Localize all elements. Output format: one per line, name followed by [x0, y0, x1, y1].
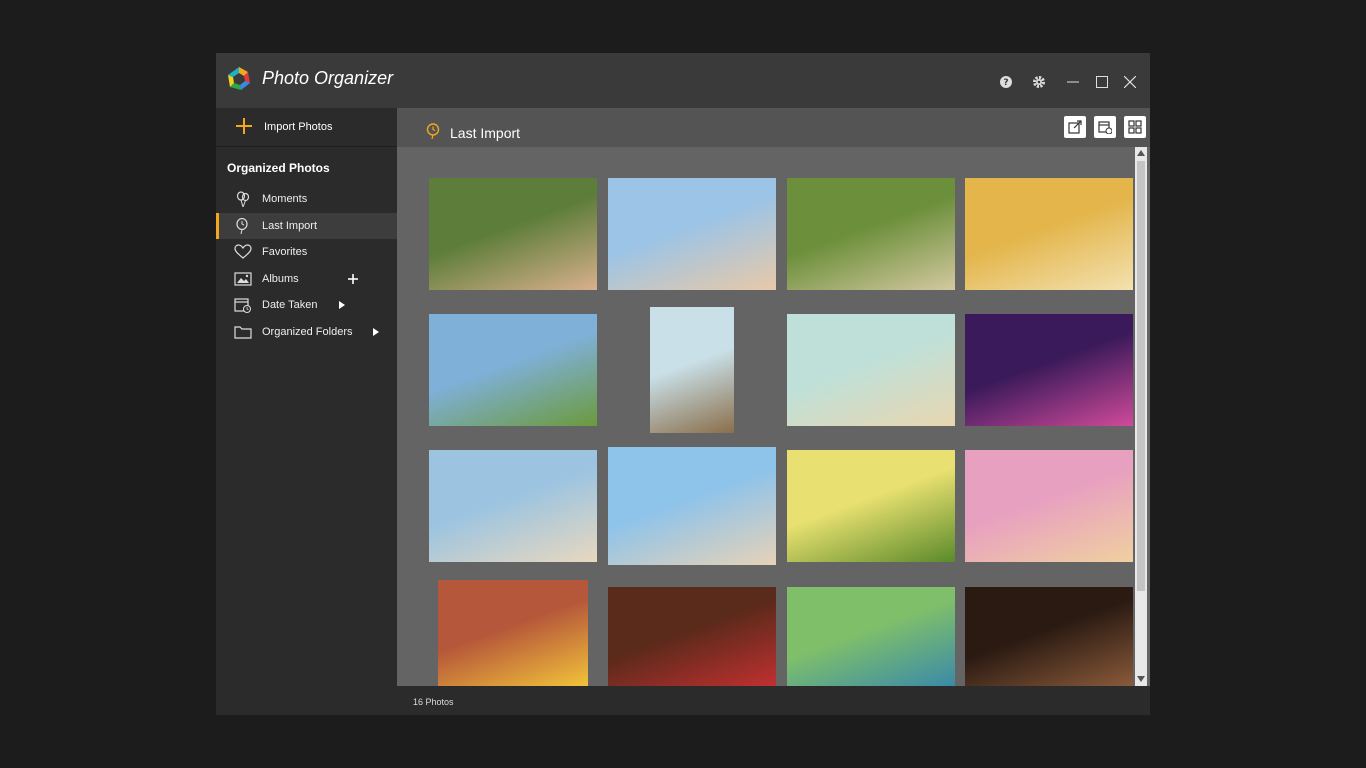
photo-thumbnail[interactable]	[787, 587, 955, 686]
sidebar-item-label: Moments	[262, 193, 308, 205]
photo-thumbnail[interactable]	[965, 450, 1133, 562]
active-indicator	[216, 213, 219, 239]
calendar-clock-icon	[1098, 121, 1112, 134]
sidebar-item-label: Favorites	[262, 246, 308, 258]
sidebar-item-label: Last Import	[262, 220, 318, 232]
sidebar-item-label: Date Taken	[262, 299, 318, 311]
balloon-clock-icon	[426, 123, 440, 139]
minimize-icon	[1067, 81, 1079, 83]
import-photos-label: Import Photos	[264, 121, 333, 133]
close-icon	[1124, 76, 1136, 88]
vertical-scrollbar[interactable]	[1135, 147, 1147, 686]
photo-thumbnail[interactable]	[787, 450, 955, 562]
sidebar-item-label: Organized Folders	[262, 326, 353, 338]
maximize-icon	[1096, 76, 1108, 88]
title-bar: Photo Organizer ?	[216, 53, 1150, 108]
app-window: Photo Organizer ? Import Photos Organize…	[216, 53, 1150, 715]
sidebar-item-date-taken[interactable]: Date Taken	[216, 292, 397, 318]
svg-text:?: ?	[1003, 78, 1008, 88]
help-button[interactable]: ?	[995, 71, 1017, 93]
sidebar: Import Photos Organized Photos Moments L…	[216, 108, 397, 715]
add-album-icon[interactable]	[346, 272, 360, 286]
photo-count: 16 Photos	[413, 697, 454, 707]
heart-icon	[234, 244, 252, 259]
photo-thumbnail[interactable]	[787, 314, 955, 426]
photo-thumbnail[interactable]	[608, 587, 776, 686]
folder-icon	[234, 326, 252, 339]
balloons-icon	[236, 191, 250, 207]
album-icon	[234, 272, 252, 286]
section-title: Organized Photos	[227, 161, 330, 175]
photo-thumbnail[interactable]	[429, 450, 597, 562]
app-title: Photo Organizer	[262, 68, 394, 88]
import-photos-button[interactable]: Import Photos	[216, 108, 397, 147]
settings-button[interactable]	[1028, 71, 1050, 93]
sidebar-item-label: Albums	[262, 273, 299, 285]
minimize-button[interactable]	[1062, 71, 1084, 93]
balloon-clock-icon	[236, 218, 248, 234]
export-icon	[1068, 120, 1082, 134]
photo-thumbnail[interactable]	[787, 178, 955, 290]
page-title: Last Import	[450, 125, 521, 141]
photo-thumbnail[interactable]	[965, 587, 1133, 686]
gear-icon	[1033, 76, 1045, 88]
sidebar-item-organized-folders[interactable]: Organized Folders	[216, 319, 397, 345]
app-logo-icon	[228, 67, 250, 90]
scroll-up-icon[interactable]	[1137, 150, 1145, 156]
plus-icon	[236, 118, 252, 134]
photo-thumbnail[interactable]	[608, 178, 776, 290]
main-header: Last Import	[397, 108, 1150, 147]
scroll-down-icon[interactable]	[1137, 676, 1145, 682]
photo-thumbnail[interactable]	[438, 580, 588, 686]
export-button[interactable]	[1064, 116, 1086, 138]
close-button[interactable]	[1119, 71, 1141, 93]
sidebar-item-last-import[interactable]: Last Import	[216, 213, 397, 239]
maximize-button[interactable]	[1091, 71, 1113, 93]
photo-grid	[397, 147, 1134, 686]
expand-arrow-icon[interactable]	[369, 325, 383, 339]
photo-thumbnail[interactable]	[429, 178, 597, 290]
sidebar-item-albums[interactable]: Albums	[216, 266, 397, 292]
photo-thumbnail[interactable]	[429, 314, 597, 426]
scroll-thumb[interactable]	[1137, 161, 1145, 591]
main-panel: Last Import 16 Photos	[397, 108, 1150, 715]
sidebar-item-moments[interactable]: Moments	[216, 186, 397, 212]
calendar-icon	[234, 298, 251, 313]
status-bar: 16 Photos	[397, 686, 1150, 715]
photo-thumbnail[interactable]	[965, 314, 1133, 426]
expand-arrow-icon[interactable]	[335, 298, 349, 312]
photo-thumbnail[interactable]	[965, 178, 1133, 290]
date-view-button[interactable]	[1094, 116, 1116, 138]
help-icon: ?	[1000, 76, 1012, 88]
grid-icon	[1128, 120, 1142, 134]
photo-thumbnail[interactable]	[650, 307, 734, 433]
sidebar-item-favorites[interactable]: Favorites	[216, 239, 397, 265]
photo-thumbnail[interactable]	[608, 447, 776, 565]
grid-view-button[interactable]	[1124, 116, 1146, 138]
